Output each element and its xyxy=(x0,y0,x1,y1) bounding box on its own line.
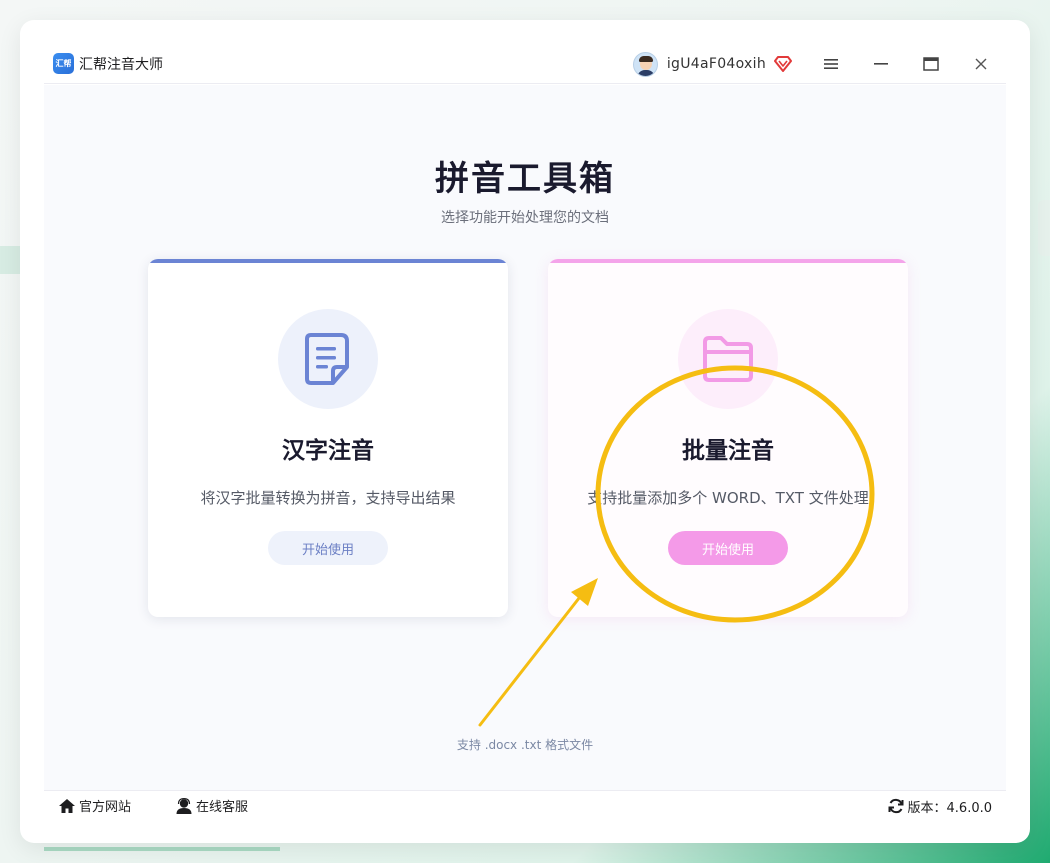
minimize-icon[interactable] xyxy=(856,44,906,84)
version-info[interactable]: 版本：4.6.0.0 xyxy=(888,791,992,821)
page-subtitle: 选择功能开始处理您的文档 xyxy=(441,210,609,226)
title-bar[interactable]: 汇帮 汇帮注音大师 igU4aF04oxih xyxy=(44,44,1006,84)
start-button-batch[interactable]: 开始使用 xyxy=(668,531,788,565)
vip-diamond-icon[interactable] xyxy=(774,55,792,73)
card-accent-bar xyxy=(148,259,508,263)
online-service-link[interactable]: 在线客服 xyxy=(175,796,248,815)
hamburger-menu-icon[interactable] xyxy=(806,44,856,84)
document-icon xyxy=(278,309,378,409)
close-icon[interactable] xyxy=(956,44,1006,84)
official-site-label: 官方网站 xyxy=(79,800,132,815)
online-service-label: 在线客服 xyxy=(196,800,249,815)
card-title: 批量注音 xyxy=(682,438,774,464)
maximize-icon[interactable] xyxy=(906,44,956,84)
app-window-inner: 汇帮 汇帮注音大师 igU4aF04oxih 拼音工具箱 选择功能开始处理您的文… xyxy=(44,44,1006,820)
card-title: 汉字注音 xyxy=(282,438,374,464)
app-window: 汇帮 汇帮注音大师 igU4aF04oxih 拼音工具箱 选择功能开始处理您的文… xyxy=(20,20,1030,843)
background-band-right xyxy=(1038,200,1050,256)
title-bar-controls: igU4aF04oxih xyxy=(632,44,1006,84)
card-hanzi-zhuyin[interactable]: 汉字注音 将汉字批量转换为拼音，支持导出结果 开始使用 xyxy=(148,259,508,617)
card-description: 将汉字批量转换为拼音，支持导出结果 xyxy=(200,489,456,507)
customer-service-icon xyxy=(176,797,192,814)
supported-formats-note: 支持 .docx .txt 格式文件 xyxy=(456,738,594,752)
app-logo-text: 汇帮 xyxy=(55,59,72,68)
username[interactable]: igU4aF04oxih xyxy=(667,56,766,72)
card-description: 支持批量添加多个 WORD、TXT 文件处理 xyxy=(587,489,869,507)
app-logo: 汇帮 xyxy=(53,53,74,74)
main-content: 拼音工具箱 选择功能开始处理您的文档 汉字注音 将汉字批量转换为拼音，支持导出结… xyxy=(44,85,1006,790)
footer: 官方网站 在线客服 版本：4.6.0.0 xyxy=(44,790,1006,820)
page-title: 拼音工具箱 xyxy=(435,159,615,199)
background-bottom-line xyxy=(44,847,280,851)
app-title: 汇帮注音大师 xyxy=(79,56,163,73)
user-avatar[interactable] xyxy=(632,51,658,77)
card-accent-bar xyxy=(548,259,908,263)
refresh-icon xyxy=(888,798,904,814)
home-icon xyxy=(59,798,75,813)
card-batch-zhuyin[interactable]: 批量注音 支持批量添加多个 WORD、TXT 文件处理 开始使用 xyxy=(548,259,908,617)
version-label: 版本：4.6.0.0 xyxy=(907,800,992,816)
official-site-link[interactable]: 官方网站 xyxy=(58,796,131,815)
start-button-hanzi[interactable]: 开始使用 xyxy=(268,531,388,565)
folder-icon xyxy=(678,309,778,409)
